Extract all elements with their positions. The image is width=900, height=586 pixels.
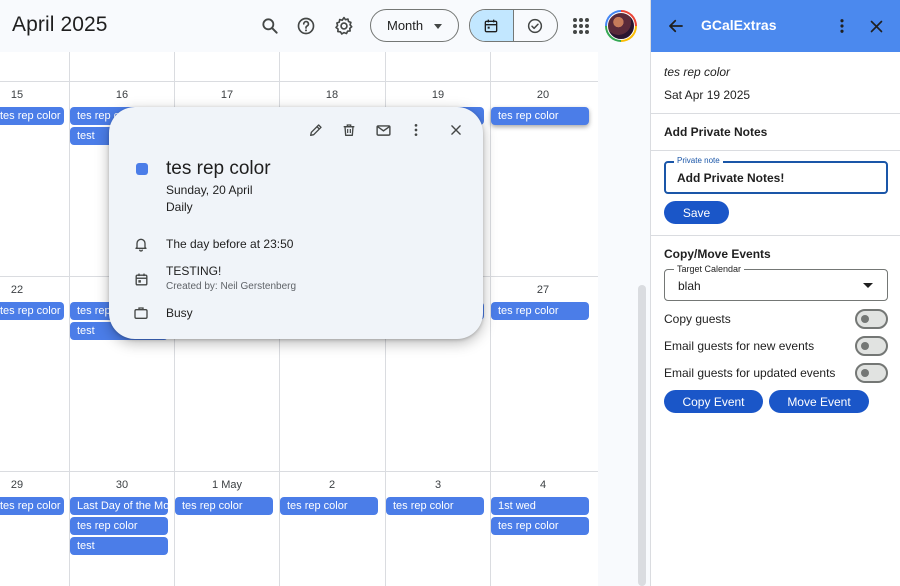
target-calendar-label: Target Calendar (674, 264, 745, 274)
search-icon[interactable] (256, 12, 284, 40)
day-number[interactable]: 22 (0, 284, 69, 296)
calendar-icon (131, 269, 151, 289)
day-number[interactable]: 3 (386, 479, 490, 491)
close-icon[interactable] (446, 120, 466, 140)
copy-move-heading: Copy/Move Events (664, 247, 771, 261)
day-number[interactable]: 4 (491, 479, 595, 491)
gcalextras-side-panel: GCalExtras tes rep color Sat Apr 19 2025… (650, 0, 900, 586)
tasks-view-button[interactable] (514, 10, 558, 41)
day-number[interactable]: 17 (175, 89, 279, 101)
calendar-icon (484, 19, 498, 32)
calendar-pane: April 2025 Month 15 16 17 18 19 20 tes r… (0, 0, 650, 586)
day-number[interactable]: 27 (491, 284, 595, 296)
gear-icon[interactable] (330, 12, 358, 40)
day-number[interactable]: 15 (0, 89, 69, 101)
copy-guests-toggle[interactable] (855, 309, 888, 329)
apps-grid-icon[interactable] (567, 12, 595, 40)
panel-header: GCalExtras (651, 0, 900, 52)
chevron-down-icon (434, 24, 442, 29)
event-created-by: Created by: Neil Gerstenberg (166, 281, 297, 292)
private-note-field[interactable]: Private note Add Private Notes! (664, 156, 888, 194)
calendar-top-bar: April 2025 Month (0, 0, 650, 52)
more-options-icon[interactable] (406, 120, 426, 140)
private-note-value[interactable]: Add Private Notes! (677, 171, 784, 185)
view-dropdown[interactable]: Month (370, 9, 459, 42)
email-new-label: Email guests for new events (664, 339, 815, 353)
event-chip[interactable]: tes rep color (491, 517, 589, 535)
avatar[interactable] (605, 10, 637, 42)
selected-event-name: tes rep color (664, 65, 731, 79)
event-chip[interactable]: tes rep color (386, 497, 484, 515)
day-number[interactable]: 1 May (175, 479, 279, 491)
event-chip[interactable]: tes rep color (0, 302, 64, 320)
day-number[interactable]: 29 (0, 479, 69, 491)
event-chip[interactable]: tes rep color (280, 497, 378, 515)
event-chip[interactable]: test (70, 537, 168, 555)
event-chip[interactable]: 1st wed (491, 497, 589, 515)
delete-icon[interactable] (339, 120, 359, 140)
panel-title: GCalExtras (701, 17, 777, 33)
event-chip[interactable]: tes rep color (175, 497, 273, 515)
event-title: tes rep color (166, 158, 271, 179)
day-number[interactable]: 30 (70, 479, 174, 491)
help-icon[interactable] (292, 12, 320, 40)
private-notes-heading: Add Private Notes (664, 125, 768, 139)
event-date: Sunday, 20 April (166, 183, 253, 197)
email-updated-label: Email guests for updated events (664, 366, 836, 380)
private-note-label: Private note (674, 156, 723, 165)
email-new-toggle[interactable] (855, 336, 888, 356)
move-event-button[interactable]: Move Event (769, 390, 869, 413)
day-number[interactable]: 19 (386, 89, 490, 101)
day-number[interactable]: 18 (280, 89, 384, 101)
selected-event-date: Sat Apr 19 2025 (664, 88, 751, 102)
edit-icon[interactable] (306, 120, 326, 140)
close-icon[interactable] (864, 14, 888, 38)
calendar-view-button[interactable] (470, 10, 514, 41)
save-button[interactable]: Save (664, 201, 729, 224)
event-status: Busy (166, 306, 193, 320)
back-arrow-icon[interactable] (664, 14, 688, 38)
event-chip[interactable]: tes rep color (70, 517, 168, 535)
event-chip[interactable]: tes rep color (491, 302, 589, 320)
event-reminder: The day before at 23:50 (166, 237, 294, 251)
email-icon[interactable] (373, 120, 393, 140)
briefcase-icon (131, 303, 151, 323)
event-chip[interactable]: tes rep color (0, 497, 64, 515)
month-title: April 2025 (12, 13, 108, 36)
event-chip[interactable]: tes rep color (0, 107, 64, 125)
day-number[interactable]: 2 (280, 479, 384, 491)
task-check-icon (528, 18, 543, 33)
day-number[interactable]: 20 (491, 89, 595, 101)
email-updated-toggle[interactable] (855, 363, 888, 383)
more-options-icon[interactable] (830, 14, 854, 38)
chevron-down-icon (863, 283, 873, 288)
copy-event-button[interactable]: Copy Event (664, 390, 763, 413)
bell-icon (131, 234, 151, 254)
scrollbar[interactable] (638, 285, 646, 586)
event-details-popover: tes rep color Sunday, 20 April Daily The… (109, 107, 483, 339)
event-chip[interactable]: Last Day of the Month (70, 497, 168, 515)
event-chip-selected[interactable]: tes rep color (491, 107, 589, 125)
day-number[interactable]: 16 (70, 89, 174, 101)
event-color-swatch (136, 163, 148, 175)
event-recurrence: Daily (166, 200, 193, 214)
view-dropdown-label: Month (387, 18, 424, 33)
event-calendar-name: TESTING! (166, 264, 222, 278)
copy-guests-label: Copy guests (664, 312, 731, 326)
target-calendar-select[interactable]: Target Calendar blah (664, 264, 888, 301)
calendar-tasks-toggle (469, 9, 558, 42)
target-calendar-value: blah (678, 279, 701, 293)
